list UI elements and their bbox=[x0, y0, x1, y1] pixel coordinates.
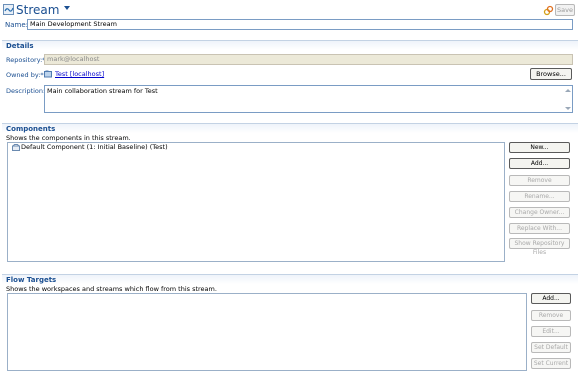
description-field[interactable]: Main collaboration stream for Test bbox=[44, 85, 573, 113]
list-item[interactable]: Default Component (1: Initial Baseline) … bbox=[21, 143, 168, 151]
set-current-button[interactable]: Set Current bbox=[531, 358, 571, 369]
save-button[interactable]: Save bbox=[555, 4, 575, 16]
change-owner-button[interactable]: Change Owner... bbox=[509, 207, 570, 218]
rename-component-button[interactable]: Rename... bbox=[509, 191, 570, 202]
owned-by-link[interactable]: Test [localhost] bbox=[55, 70, 104, 78]
flow-targets-title: Flow Targets bbox=[6, 276, 57, 284]
browse-button[interactable]: Browse... bbox=[530, 68, 572, 80]
flow-targets-description: Shows the workspaces and streams which f… bbox=[6, 285, 217, 293]
project-area-icon bbox=[44, 70, 52, 78]
scroll-up-icon[interactable] bbox=[565, 89, 571, 92]
replace-with-button[interactable]: Replace With... bbox=[509, 223, 570, 234]
stream-icon bbox=[3, 4, 14, 15]
details-section-header bbox=[2, 40, 578, 50]
remove-component-button[interactable]: Remove bbox=[509, 175, 570, 186]
components-title: Components bbox=[6, 125, 56, 133]
link-icon[interactable] bbox=[543, 5, 554, 16]
name-input[interactable]: Main Development Stream bbox=[27, 19, 573, 30]
details-title: Details bbox=[6, 42, 34, 50]
repository-field: mark@localhost bbox=[44, 54, 573, 65]
owned-by-label: Owned by:* bbox=[6, 71, 44, 79]
description-label: Description: bbox=[6, 87, 46, 95]
set-default-button[interactable]: Set Default bbox=[531, 342, 571, 353]
scroll-down-icon[interactable] bbox=[565, 107, 571, 110]
add-flow-target-button[interactable]: Add... bbox=[531, 293, 571, 304]
repository-label: Repository:* bbox=[6, 56, 46, 64]
flow-targets-section-header bbox=[2, 274, 578, 284]
remove-flow-target-button[interactable]: Remove bbox=[531, 310, 571, 321]
components-description: Shows the components in this stream. bbox=[6, 134, 131, 142]
add-component-button[interactable]: Add... bbox=[509, 158, 570, 169]
edit-flow-target-button[interactable]: Edit... bbox=[531, 326, 571, 337]
show-repository-files-button[interactable]: Show Repository Files bbox=[509, 238, 570, 256]
flow-targets-list[interactable] bbox=[7, 293, 527, 371]
page-title: Stream bbox=[16, 3, 60, 17]
new-component-button[interactable]: New... bbox=[509, 142, 570, 153]
components-list[interactable] bbox=[7, 142, 505, 262]
component-icon bbox=[12, 144, 20, 151]
chevron-down-icon[interactable] bbox=[64, 6, 70, 10]
components-section-header bbox=[2, 123, 578, 133]
